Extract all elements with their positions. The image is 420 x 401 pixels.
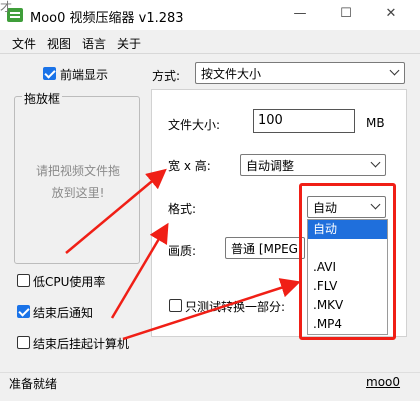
moo0-link[interactable]: moo0	[366, 375, 400, 389]
annotation-arrows	[65, 168, 301, 341]
arrow-to-format-list	[122, 278, 301, 341]
arrow-to-format	[110, 222, 169, 319]
status-text: 准备就绪	[9, 377, 58, 391]
status-bar	[0, 372, 420, 401]
arrow-to-width-height	[65, 168, 167, 254]
